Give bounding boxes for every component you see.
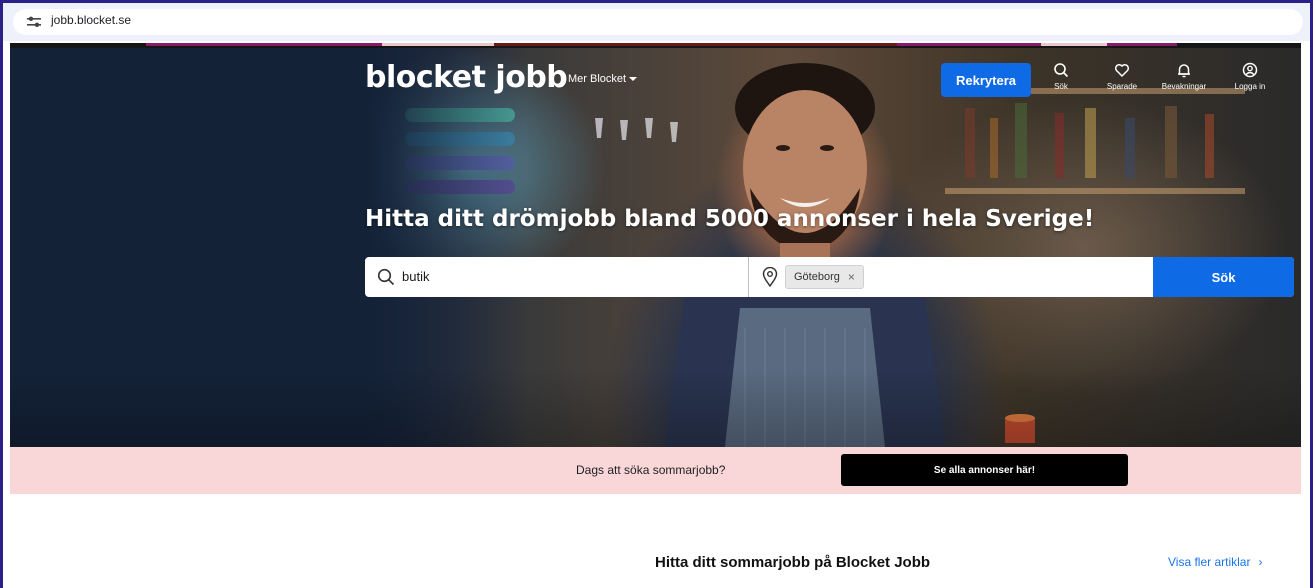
hero-shade [10,367,1301,447]
strip-segment [897,43,1041,46]
nav-login[interactable]: Logga in [1220,62,1280,91]
bell-icon [1178,64,1190,78]
summer-jobs-banner: Dags att söka sommarjobb? Se alla annons… [10,447,1301,494]
strip-segment [146,43,382,46]
strip-segment [494,43,897,46]
section-title: Hitta ditt sommarjobb på Blocket Jobb [655,554,931,571]
address-field[interactable] [13,9,1303,35]
more-blocket-label: Mer Blocket [568,73,627,85]
nav-search[interactable]: Sök [1031,62,1091,91]
location-chip-label: Göteborg [794,271,840,283]
location-input[interactable]: Göteborg × [750,257,1153,297]
strip-segment [1041,43,1107,46]
browser-url-bar: jobb.blocket.se [3,3,1310,41]
search-query-input[interactable]: butik [365,257,749,297]
nav-login-label: Logga in [1234,82,1266,91]
job-search-form: butik Göteborg × Sök [365,257,1294,297]
site-logo[interactable]: blocket jobb [365,60,568,95]
nav-saved-label: Sparade [1106,82,1138,91]
banner-question: Dags att söka sommarjobb? [576,463,726,477]
more-articles-link[interactable]: Visa fler artiklar › [1168,555,1262,569]
search-query-value: butik [402,269,430,284]
hero-headline: Hitta ditt drömjobb bland 5000 annonser … [365,206,1095,232]
search-submit-button[interactable]: Sök [1153,257,1294,297]
close-icon[interactable]: × [848,270,855,284]
more-blocket-menu[interactable]: Mer Blocket [568,73,638,85]
nav-search-label: Sök [1054,82,1068,91]
site-settings-icon[interactable] [27,16,41,28]
heart-icon [1114,63,1130,78]
nav-alerts-label: Bevakningar [1161,82,1207,91]
strip-segment [382,43,494,46]
nav-saved[interactable]: Sparade [1092,62,1152,91]
chevron-right-icon: › [1258,555,1263,569]
strip-segment [1107,43,1177,46]
hero-section: blocket jobb Mer Blocket Rekrytera Sök S… [10,48,1301,447]
url-text[interactable]: jobb.blocket.se [51,13,131,27]
caret-down-icon [629,77,638,82]
see-all-ads-button[interactable]: Se alla annonser här! [841,454,1128,486]
user-icon [1242,62,1258,78]
location-chip[interactable]: Göteborg × [785,265,864,289]
search-icon [1054,63,1069,78]
location-pin-icon [762,267,778,287]
nav-alerts[interactable]: Bevakningar [1154,62,1214,91]
recruit-button[interactable]: Rekrytera [941,63,1031,97]
more-articles-label: Visa fler artiklar [1168,555,1251,569]
search-icon [377,268,395,286]
